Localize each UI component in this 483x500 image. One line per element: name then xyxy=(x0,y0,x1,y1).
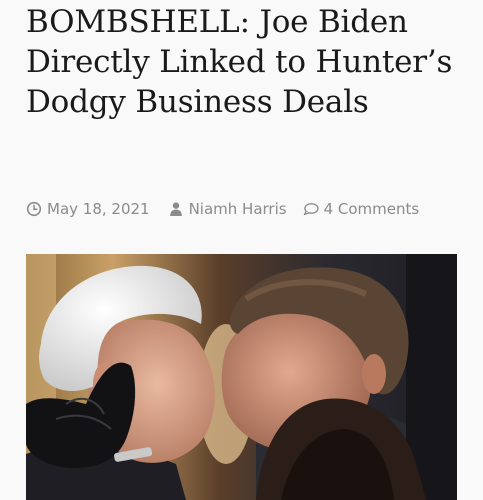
post-author: Niamh Harris xyxy=(168,200,287,218)
user-icon xyxy=(168,201,184,217)
article-meta: May 18, 2021 Niamh Harris 4 Comments xyxy=(26,199,419,219)
post-date: May 18, 2021 xyxy=(26,200,150,218)
article-title: BOMBSHELL: Joe Biden Directly Linked to … xyxy=(26,4,453,120)
comments-link[interactable]: 4 Comments xyxy=(324,200,420,218)
author-link[interactable]: Niamh Harris xyxy=(189,200,287,218)
post-comments: 4 Comments xyxy=(303,200,420,218)
comment-bubble-icon xyxy=(303,201,319,217)
featured-image xyxy=(26,254,457,500)
post-date-link[interactable]: May 18, 2021 xyxy=(47,200,150,218)
clock-icon xyxy=(26,201,42,217)
